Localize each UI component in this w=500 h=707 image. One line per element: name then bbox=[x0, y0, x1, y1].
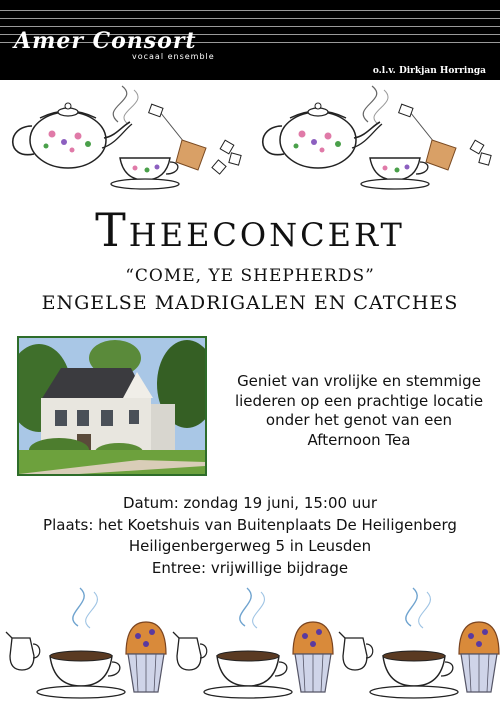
event-address: Heiligenbergerweg 5 in Leusden bbox=[128, 537, 372, 555]
teapot-teacup-icon bbox=[261, 85, 492, 190]
page-title: Theeconcert bbox=[95, 203, 405, 257]
invitation-line: Geniet van vrolijke en stemmige bbox=[237, 372, 481, 390]
cup-muffin-icon bbox=[172, 587, 334, 699]
logo-text: Amer Consort bbox=[14, 28, 197, 54]
event-details: Datum: zondag 19 juni, 15:00 uur Plaats:… bbox=[0, 493, 500, 579]
conductor-credit: o.l.v. Dirkjan Horringa bbox=[372, 66, 486, 76]
invitation-line: liederen op een prachtige locatie bbox=[234, 391, 484, 410]
header-band: Amer Consort vocaal ensemble o.l.v. Dirk… bbox=[0, 0, 500, 80]
cup-muffin-icon bbox=[338, 587, 500, 699]
cup-muffin-icon bbox=[5, 587, 167, 699]
invitation-text: Geniet van vrolijke en stemmige liederen… bbox=[218, 372, 500, 450]
invitation-line: onder het genot van een bbox=[265, 411, 453, 429]
coach-house-photo bbox=[17, 336, 207, 476]
invitation-line: Afternoon Tea bbox=[307, 430, 411, 449]
subtitle-program: “COME, YE SHEPHERDS” bbox=[125, 266, 375, 286]
logo-subtitle: vocaal ensemble bbox=[132, 52, 215, 61]
event-date: Datum: zondag 19 juni, 15:00 uur bbox=[122, 494, 378, 512]
event-venue: Plaats: het Koetshuis van Buitenplaats D… bbox=[43, 515, 457, 534]
subtitle-genre: ENGELSE MADRIGALEN EN CATCHES bbox=[41, 292, 459, 314]
teapot-teacup-icon bbox=[11, 85, 242, 190]
event-entrance-fee: Entree: vrijwillige bijdrage bbox=[151, 558, 349, 577]
